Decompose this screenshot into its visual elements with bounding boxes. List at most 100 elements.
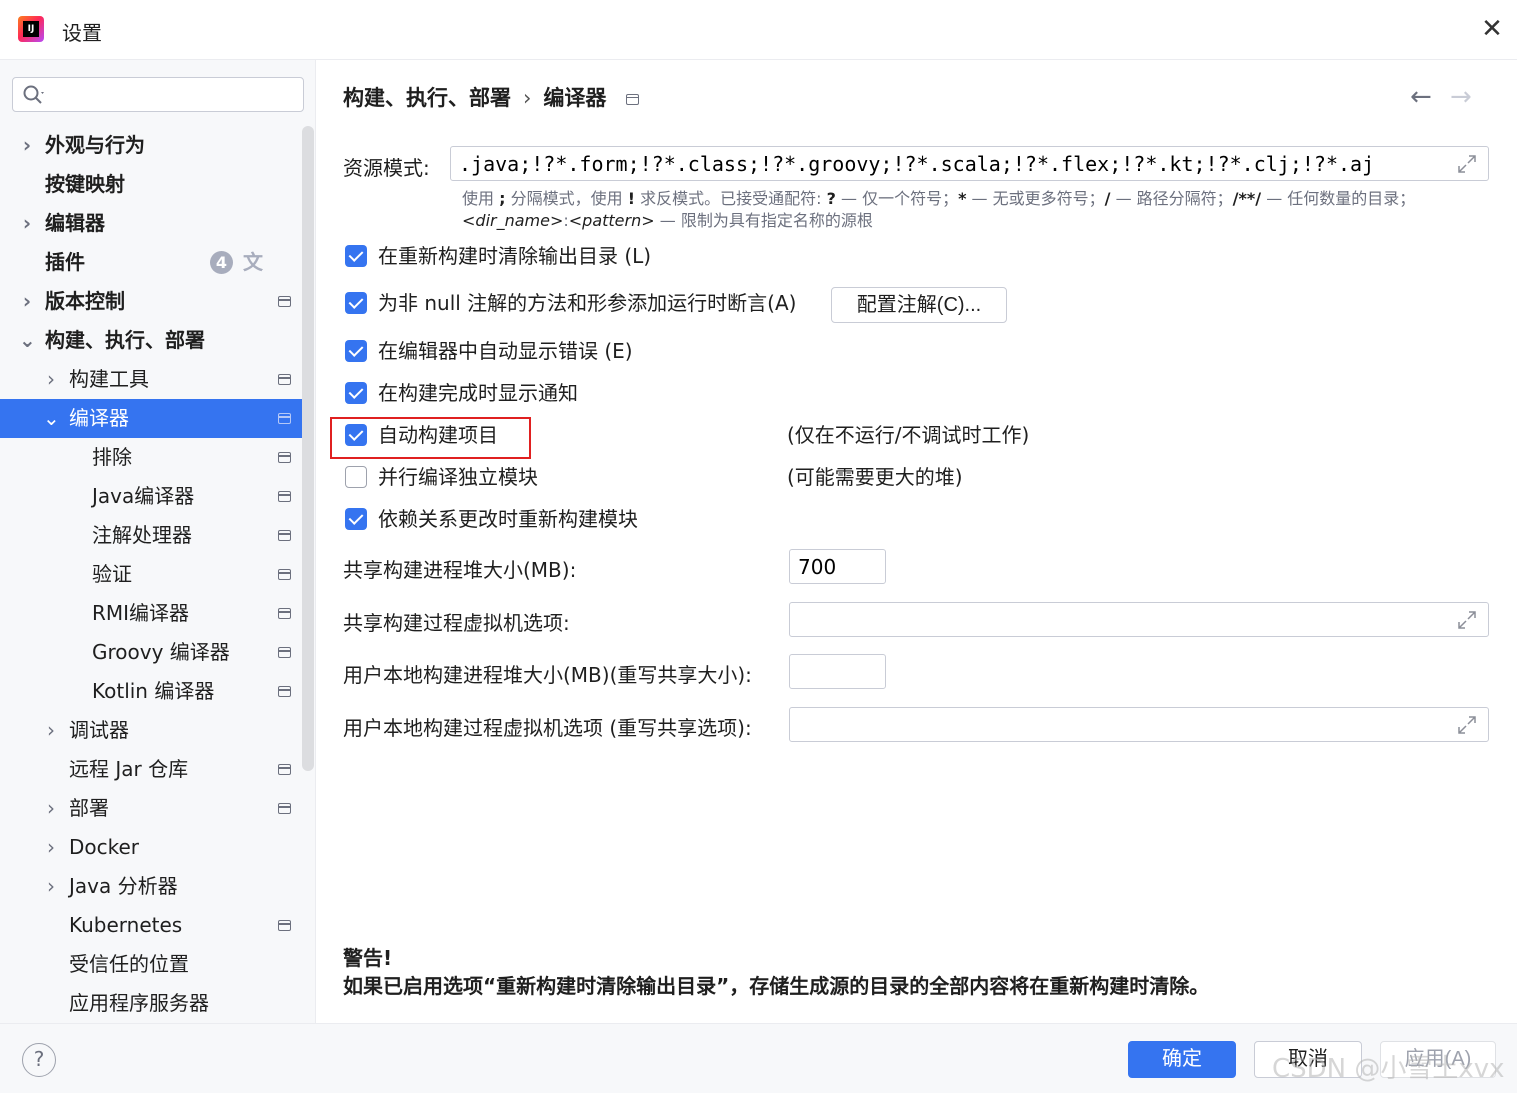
title-bar: IJ 设置 ✕	[0, 0, 1517, 60]
logo-text: IJ	[23, 21, 39, 37]
project-level-icon	[278, 608, 291, 619]
project-level-icon	[278, 803, 291, 814]
user-vm-options-input[interactable]	[798, 712, 1448, 737]
checkbox-checked[interactable]	[345, 424, 367, 446]
close-icon[interactable]: ✕	[1478, 16, 1506, 44]
shared-heap-label: 共享构建进程堆大小(MB):	[343, 558, 577, 582]
checkbox-checked[interactable]	[345, 508, 367, 530]
chevron-down-icon[interactable]: ⌄	[19, 321, 36, 360]
watermark: CSDN @小雪土xvx	[1272, 1054, 1505, 1084]
user-vm-options-label: 用户本地构建过程虚拟机选项 (重写共享选项):	[343, 716, 752, 740]
breadcrumb: 构建、执行、部署 › 编译器	[343, 82, 640, 112]
warning-text: 如果已启用选项“重新构建时清除输出目录”，存储生成源的目录的全部内容将在重新构建…	[343, 974, 1210, 998]
sidebar-item-editor[interactable]: › 编辑器	[0, 204, 302, 243]
warning-title: 警告!	[343, 946, 393, 970]
project-level-icon	[278, 452, 291, 463]
parallel-compile-note: (可能需要更大的堆)	[787, 465, 963, 489]
project-level-icon	[278, 647, 291, 658]
auto-build-note: (仅在不运行/不调试时工作)	[787, 423, 1030, 447]
sidebar-item-trusted-locations[interactable]: 受信任的位置	[0, 945, 302, 984]
sidebar-item-build-tools[interactable]: › 构建工具	[0, 360, 302, 399]
expand-icon[interactable]	[1456, 714, 1478, 736]
project-level-icon	[626, 93, 640, 105]
shared-vm-options-label: 共享构建过程虚拟机选项:	[343, 611, 570, 635]
project-level-icon	[278, 530, 291, 541]
user-vm-options-field[interactable]	[789, 707, 1489, 742]
sidebar-item-appearance[interactable]: › 外观与行为	[0, 126, 302, 165]
sidebar-item-remote-jar-repositories[interactable]: 远程 Jar 仓库	[0, 750, 302, 789]
shared-vm-options-field[interactable]	[789, 602, 1489, 637]
checkbox-checked[interactable]	[345, 245, 367, 267]
chevron-right-icon[interactable]: ›	[43, 828, 59, 867]
sidebar-item-java-profiler[interactable]: › Java 分析器	[0, 867, 302, 906]
sidebar-item-annotation-processors[interactable]: 注解处理器	[0, 516, 302, 555]
breadcrumb-parent[interactable]: 构建、执行、部署	[343, 86, 511, 110]
sidebar-item-rmi-compiler[interactable]: RMI编译器	[0, 594, 302, 633]
sidebar-item-java-compiler[interactable]: Java编译器	[0, 477, 302, 516]
forward-arrow-icon[interactable]: →	[1450, 82, 1472, 112]
sidebar-scrollbar[interactable]	[302, 126, 314, 771]
chevron-right-icon[interactable]: ›	[43, 867, 59, 906]
chevron-right-icon[interactable]: ›	[19, 282, 35, 321]
project-level-icon	[278, 296, 291, 307]
user-heap-input[interactable]	[798, 659, 878, 684]
checkbox-checked[interactable]	[345, 340, 367, 362]
project-level-icon	[278, 686, 291, 697]
chevron-right-icon[interactable]: ›	[43, 789, 59, 828]
resource-patterns-field[interactable]	[450, 146, 1489, 181]
chevron-right-icon[interactable]: ›	[43, 360, 59, 399]
shared-heap-input[interactable]	[798, 554, 878, 579]
checkbox-unchecked[interactable]	[345, 466, 367, 488]
checkbox-checked[interactable]	[345, 292, 367, 314]
plugin-updates-badge: 4	[210, 251, 233, 274]
chevron-right-icon[interactable]: ›	[43, 711, 59, 750]
settings-search[interactable]	[12, 77, 304, 112]
project-level-icon	[278, 413, 291, 424]
sidebar-item-vcs[interactable]: › 版本控制	[0, 282, 302, 321]
breadcrumb-separator: ›	[523, 86, 532, 110]
project-level-icon	[278, 920, 291, 931]
dialog-footer: ? 确定 取消 应用(A) CSDN @小雪土xvx	[0, 1023, 1517, 1093]
sidebar-item-application-servers[interactable]: 应用程序服务器	[0, 984, 302, 1023]
resource-patterns-input[interactable]	[459, 151, 1448, 176]
chevron-down-icon[interactable]: ⌄	[43, 399, 60, 438]
sidebar-item-keymap[interactable]: 按键映射	[0, 165, 302, 204]
chevron-right-icon[interactable]: ›	[19, 126, 35, 165]
project-level-icon	[278, 374, 291, 385]
sidebar-item-kotlin-compiler[interactable]: Kotlin 编译器	[0, 672, 302, 711]
warning-message: 警告! 如果已启用选项“重新构建时清除输出目录”，存储生成源的目录的全部内容将在…	[343, 944, 1209, 1000]
sidebar-item-validation[interactable]: 验证	[0, 555, 302, 594]
resource-patterns-label: 资源模式:	[343, 156, 430, 180]
translate-icon: 文	[243, 250, 263, 274]
sidebar-item-build-execution-deployment[interactable]: ⌄ 构建、执行、部署	[0, 321, 302, 360]
search-input[interactable]	[53, 82, 293, 107]
configure-annotations-button[interactable]: 配置注解(C)...	[831, 287, 1007, 323]
chevron-right-icon[interactable]: ›	[19, 204, 35, 243]
expand-icon[interactable]	[1456, 153, 1478, 175]
project-level-icon	[278, 569, 291, 580]
sidebar-item-docker[interactable]: › Docker	[0, 828, 302, 867]
help-icon[interactable]: ?	[22, 1043, 56, 1077]
user-heap-field[interactable]	[789, 654, 886, 689]
intellij-logo-icon: IJ	[18, 16, 44, 42]
expand-icon[interactable]	[1456, 609, 1478, 631]
sidebar-item-excludes[interactable]: 排除	[0, 438, 302, 477]
sidebar-item-plugins[interactable]: 插件 4 文	[0, 243, 302, 282]
checkbox-checked[interactable]	[345, 382, 367, 404]
back-arrow-icon[interactable]: ←	[1410, 82, 1432, 112]
ok-button[interactable]: 确定	[1128, 1041, 1236, 1078]
shared-heap-field[interactable]	[789, 549, 886, 584]
shared-vm-options-input[interactable]	[798, 607, 1448, 632]
sidebar-item-deployment[interactable]: › 部署	[0, 789, 302, 828]
user-heap-label: 用户本地构建进程堆大小(MB)(重写共享大小):	[343, 663, 752, 687]
project-level-icon	[278, 764, 291, 775]
window-title: 设置	[62, 21, 102, 45]
resource-patterns-hint: 使用 ; 分隔模式，使用 ! 求反模式。已接受通配符: ? — 仅一个符号；* …	[462, 189, 1416, 230]
project-level-icon	[278, 491, 291, 502]
breadcrumb-current: 编译器	[543, 86, 607, 110]
sidebar-item-groovy-compiler[interactable]: Groovy 编译器	[0, 633, 302, 672]
sidebar-item-debugger[interactable]: › 调试器	[0, 711, 302, 750]
sidebar-item-compiler[interactable]: ⌄ 编译器	[0, 399, 302, 438]
sidebar-item-kubernetes[interactable]: Kubernetes	[0, 906, 302, 945]
compiler-settings-panel: 构建、执行、部署 › 编译器 ← → 资源模式: 使用 ; 分隔模式，使用 ! 求反…	[317, 60, 1517, 1023]
